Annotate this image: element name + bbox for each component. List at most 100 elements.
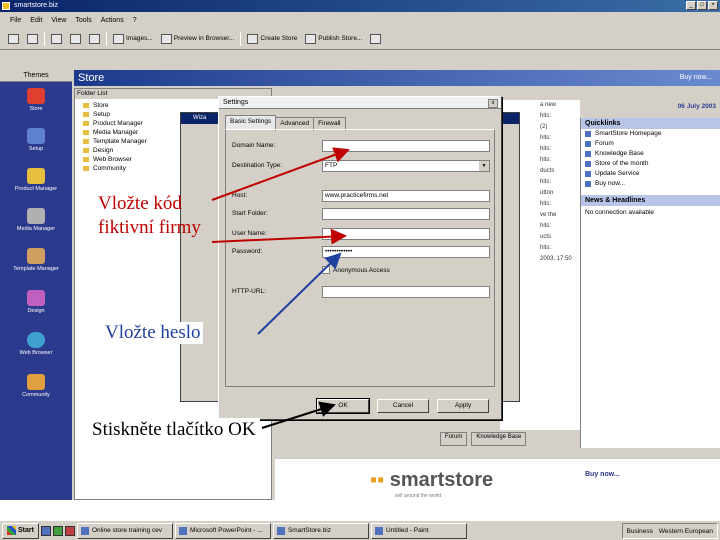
quicklink-forum[interactable]: Forum <box>581 139 720 149</box>
quicklink-knowledge-base[interactable]: Knowledge Base <box>581 149 720 159</box>
task-powerpoint[interactable]: Microsoft PowerPoint - ... <box>174 522 271 539</box>
quicklink-store-of-month[interactable]: Store of the month <box>581 159 720 169</box>
toolbar-separator <box>106 31 107 46</box>
ok-button[interactable]: OK <box>316 398 370 414</box>
buy-now-link[interactable]: Buy now... <box>680 70 712 86</box>
quicklink-buy-now[interactable]: Buy now... <box>581 179 720 189</box>
tray-business[interactable]: Business <box>627 528 653 535</box>
outlook-icon[interactable] <box>52 525 63 536</box>
task-smartstore[interactable]: SmartStore.biz <box>272 522 369 539</box>
ie-icon[interactable] <box>40 525 51 536</box>
domain-name-input[interactable] <box>322 140 490 152</box>
tree-item-design[interactable]: Design <box>81 146 147 155</box>
chevron-down-icon: ▼ <box>479 161 489 171</box>
banner-buy-now[interactable]: Buy now... <box>585 471 620 478</box>
menu-edit[interactable]: Edit <box>30 17 42 24</box>
task-online-store[interactable]: Online store training cev <box>76 522 173 539</box>
publish-icon <box>305 33 317 44</box>
minimize-button[interactable]: _ <box>686 1 696 10</box>
sidebar-item-setup[interactable]: Setup <box>0 128 72 152</box>
sidebar-item-label: Setup <box>28 146 44 152</box>
create-store-button[interactable]: Create Store <box>245 32 299 46</box>
tree-item-product-manager[interactable]: Product Manager <box>81 119 147 128</box>
date-label: 06 July 2003 <box>677 103 716 110</box>
sidebar-item-community[interactable]: Community <box>0 374 72 398</box>
tab-basic-settings[interactable]: Basic Settings <box>225 115 277 129</box>
cancel-button[interactable]: Cancel <box>377 399 429 413</box>
logo-text: smartstore <box>389 469 494 491</box>
content-text: hits: <box>540 135 552 141</box>
sidebar-item-media-manager[interactable]: Media Manager <box>0 208 72 232</box>
content-text: utton <box>540 190 554 196</box>
delete-button[interactable] <box>87 32 102 46</box>
window-title: smartstore.biz <box>14 2 58 9</box>
media-manager-icon <box>27 208 45 224</box>
bottom-tabs: Forum Knowledge Base <box>440 432 640 446</box>
quicklink-homepage[interactable]: SmartStore Homepage <box>581 129 720 139</box>
destination-type-select[interactable]: FTP ▼ <box>322 160 490 172</box>
sidebar-item-label: Product Manager <box>14 186 58 192</box>
tree-item-web-browser[interactable]: Web Browser <box>81 155 147 164</box>
dialog-close-button[interactable]: x <box>488 99 498 108</box>
anonymous-access-checkbox[interactable]: Anonymous Access <box>322 266 390 274</box>
palette-icon <box>370 33 382 44</box>
back-button[interactable] <box>6 32 21 46</box>
start-button[interactable]: Start <box>2 522 39 539</box>
design-icon <box>27 290 45 306</box>
tab-knowledge-base[interactable]: Knowledge Base <box>471 432 527 446</box>
store-icon <box>27 88 45 104</box>
delete-icon <box>89 33 100 44</box>
new-icon <box>51 33 62 44</box>
sidebar-item-product-manager[interactable]: Product Manager <box>0 168 72 192</box>
tree-item-template-manager[interactable]: Template Manager <box>81 137 147 146</box>
content-text: hits: <box>540 157 552 163</box>
open-button[interactable] <box>68 32 83 46</box>
desktop-icon[interactable] <box>64 525 75 536</box>
folder-tree: Store Setup Product Manager Media Manage… <box>81 101 147 173</box>
banner-tagline: sell around the world <box>395 493 442 499</box>
apply-button[interactable]: Apply <box>437 399 489 413</box>
extra-button[interactable] <box>368 32 383 46</box>
sidebar-item-design[interactable]: Design <box>0 290 72 314</box>
menu-view[interactable]: View <box>51 17 66 24</box>
tray-language[interactable]: Western European <box>659 528 713 535</box>
task-paint[interactable]: Untitled - Paint <box>370 522 467 539</box>
content-text: ucts <box>540 234 552 240</box>
tree-item-community[interactable]: Community <box>81 164 147 173</box>
password-input[interactable]: •••••••••••• <box>322 246 490 258</box>
menu-file[interactable]: File <box>10 17 21 24</box>
quicklink-update-service[interactable]: Update Service <box>581 169 720 179</box>
tab-forum[interactable]: Forum <box>440 432 468 446</box>
quicklinks-header: Quicklinks <box>581 118 720 129</box>
publish-store-button[interactable]: Publish Store... <box>303 32 364 46</box>
close-button[interactable]: × <box>708 1 718 10</box>
sidebar-item-template-manager[interactable]: Template Manager <box>0 248 72 272</box>
preview-button[interactable]: Preview in Browser... <box>159 32 237 46</box>
toolbar-separator <box>240 31 242 46</box>
forward-button[interactable] <box>25 32 40 46</box>
host-input[interactable]: www.practicefirms.net <box>322 190 490 202</box>
start-folder-input[interactable] <box>322 208 490 220</box>
tree-item-store[interactable]: Store <box>81 101 147 110</box>
content-text: hits: <box>540 146 552 152</box>
menu-help[interactable]: ? <box>133 17 137 24</box>
domain-label: Domain Name: <box>232 142 276 149</box>
forward-icon <box>27 33 38 44</box>
maximize-button[interactable]: □ <box>697 1 707 10</box>
preview-label: Preview in Browser... <box>173 35 235 42</box>
setup-icon <box>27 128 45 144</box>
images-button[interactable]: Images... <box>111 32 155 46</box>
tree-item-media-manager[interactable]: Media Manager <box>81 128 147 137</box>
user-name-input[interactable] <box>322 228 490 240</box>
images-icon <box>113 33 124 44</box>
sidebar-item-store[interactable]: Store <box>0 88 72 112</box>
http-url-input[interactable] <box>322 286 490 298</box>
tree-item-setup[interactable]: Setup <box>81 110 147 119</box>
sidebar-item-web-browser[interactable]: Web Browser <box>0 332 72 356</box>
new-button[interactable] <box>49 32 64 46</box>
menu-actions[interactable]: Actions <box>101 17 124 24</box>
template-manager-icon <box>27 248 45 264</box>
annotation-company-code: Vložte kód fiktivní firmy <box>98 193 201 238</box>
product-manager-icon <box>27 168 45 184</box>
menu-tools[interactable]: Tools <box>75 17 91 24</box>
